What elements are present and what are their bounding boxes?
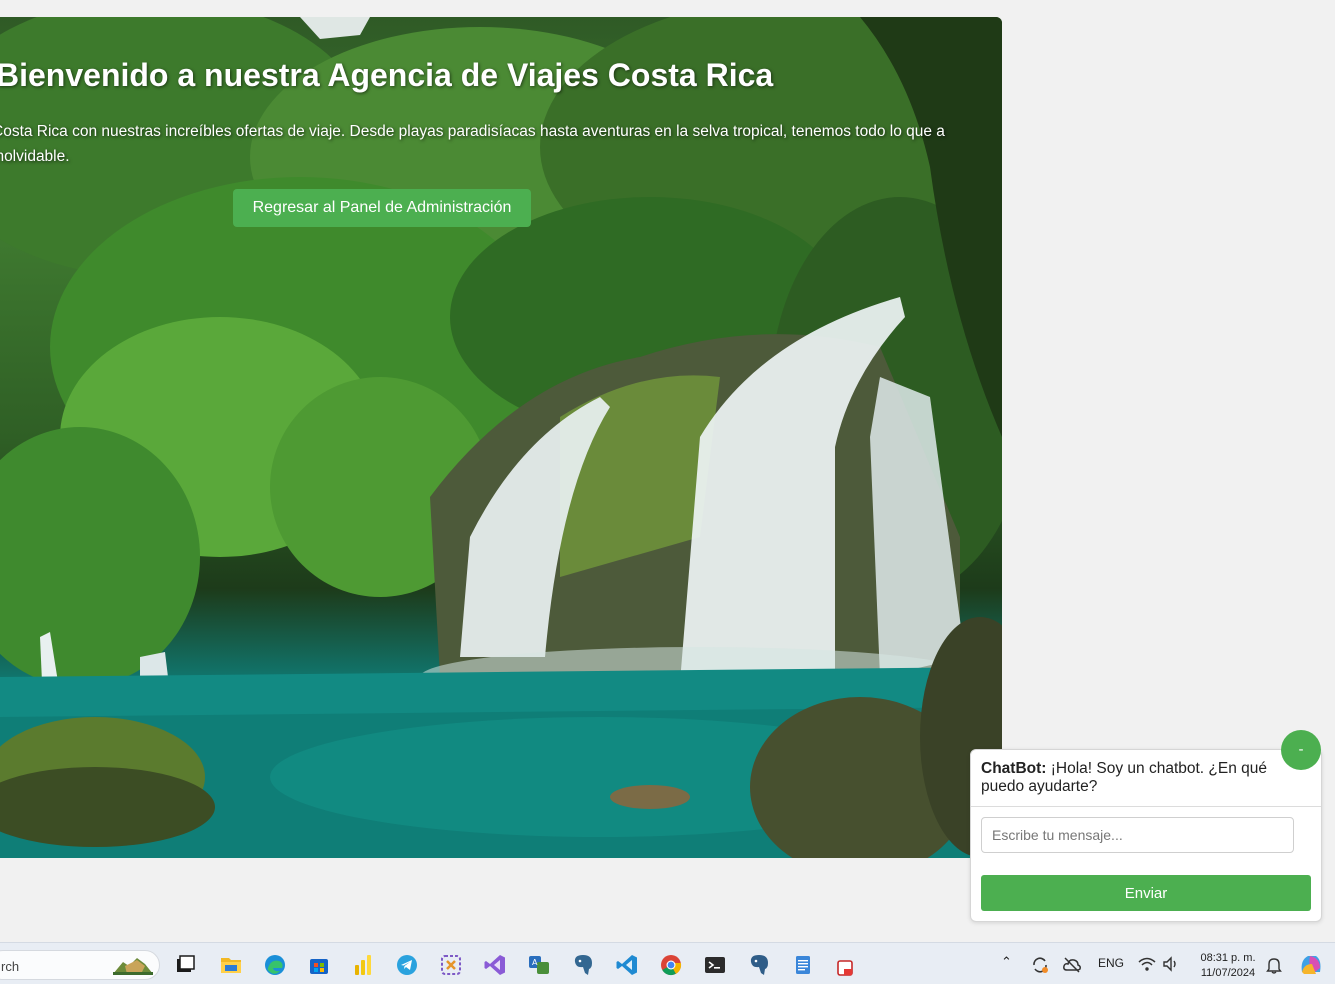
page-title: Bienvenido a nuestra Agencia de Viajes C… bbox=[0, 57, 774, 93]
chatbot-panel: ChatBot: ¡Hola! Soy un chatbot. ¿En qué … bbox=[970, 749, 1322, 922]
taskbar-search-text: rch bbox=[1, 959, 20, 974]
hero-description: Costa Rica con nuestras increíbles ofert… bbox=[0, 123, 945, 165]
clock-date: 11/07/2024 bbox=[1200, 967, 1256, 979]
windows-taskbar: rch A ⌃ ENG 08:31 p. m. 11/07/2024 bbox=[0, 942, 1335, 984]
edge-icon[interactable] bbox=[263, 953, 287, 977]
visual-studio-icon[interactable] bbox=[483, 953, 507, 977]
search-highlight-icon bbox=[113, 958, 153, 975]
chatbot-message: ChatBot: ¡Hola! Soy un chatbot. ¿En qué … bbox=[981, 760, 1281, 796]
power-bi-icon[interactable] bbox=[351, 953, 375, 977]
send-button[interactable]: Enviar bbox=[981, 875, 1311, 911]
notepad-icon[interactable] bbox=[791, 953, 815, 977]
chatbot-sender: ChatBot: bbox=[981, 760, 1047, 777]
hero-banner: Bienvenido a nuestra Agencia de Viajes C… bbox=[0, 17, 1002, 858]
svg-text:A: A bbox=[532, 958, 538, 967]
app-icon[interactable] bbox=[835, 953, 859, 977]
chatbot-minimize-button[interactable]: - bbox=[1281, 730, 1321, 770]
terminal-icon[interactable] bbox=[703, 953, 727, 977]
wifi-icon[interactable] bbox=[1138, 955, 1156, 973]
chatbot-divider bbox=[971, 806, 1321, 807]
clock-time: 08:31 p. m. bbox=[1200, 952, 1256, 964]
volume-icon[interactable] bbox=[1162, 955, 1180, 973]
taskbar-clock[interactable]: 08:31 p. m. 11/07/2024 bbox=[1196, 951, 1260, 981]
notification-bell-icon[interactable] bbox=[1266, 956, 1282, 974]
snipping-tool-icon[interactable] bbox=[439, 953, 463, 977]
admin-panel-button[interactable]: Regresar al Panel de Administración bbox=[233, 189, 531, 227]
postgres-icon[interactable] bbox=[571, 953, 595, 977]
file-explorer-icon[interactable] bbox=[219, 953, 243, 977]
language-indicator[interactable]: ENG bbox=[1098, 956, 1124, 970]
copilot-icon[interactable] bbox=[1298, 952, 1324, 978]
store-icon[interactable] bbox=[307, 953, 331, 977]
vscode-icon[interactable] bbox=[615, 953, 639, 977]
translator-icon[interactable]: A bbox=[527, 953, 551, 977]
chat-message-input[interactable] bbox=[981, 817, 1294, 853]
cloud-offline-icon[interactable] bbox=[1062, 955, 1082, 975]
taskbar-search-box[interactable]: rch bbox=[0, 950, 160, 980]
task-view-icon[interactable] bbox=[173, 953, 197, 977]
telegram-icon[interactable] bbox=[395, 953, 419, 977]
chevron-up-icon[interactable]: ⌃ bbox=[1001, 954, 1012, 970]
sync-icon[interactable] bbox=[1030, 955, 1050, 975]
chrome-icon[interactable] bbox=[659, 953, 683, 977]
pgadmin-icon[interactable] bbox=[747, 953, 771, 977]
